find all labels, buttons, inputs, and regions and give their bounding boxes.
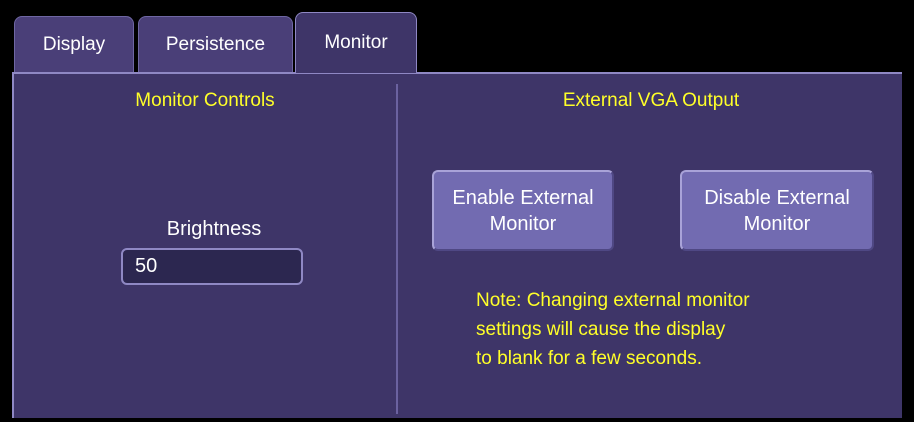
- brightness-field[interactable]: 50: [121, 248, 303, 285]
- tab-display[interactable]: Display: [14, 16, 134, 72]
- external-monitor-note: Note: Changing external monitor settings…: [476, 290, 750, 369]
- tab-persistence-label: Persistence: [165, 33, 266, 55]
- tab-persistence[interactable]: Persistence: [138, 16, 293, 72]
- disable-external-monitor-button[interactable]: Disable External Monitor: [680, 170, 874, 251]
- tab-display-label: Display: [42, 33, 106, 55]
- disable-external-monitor-label: Disable External Monitor: [704, 186, 850, 235]
- brightness-label: Brightness: [166, 218, 262, 240]
- section-divider: [396, 84, 398, 414]
- tab-monitor-label: Monitor: [324, 32, 388, 53]
- monitor-controls-title: Monitor Controls: [135, 90, 275, 111]
- left-edge: [0, 72, 12, 422]
- tab-bar: Display Persistence Monitor: [0, 0, 914, 73]
- tab-monitor[interactable]: Monitor: [295, 12, 417, 73]
- external-vga-title: External VGA Output: [562, 90, 740, 111]
- enable-external-monitor-label: Enable External Monitor: [452, 186, 594, 235]
- monitor-panel: Monitor Controls Brightness 50 External …: [12, 72, 902, 418]
- enable-external-monitor-button[interactable]: Enable External Monitor: [432, 170, 614, 251]
